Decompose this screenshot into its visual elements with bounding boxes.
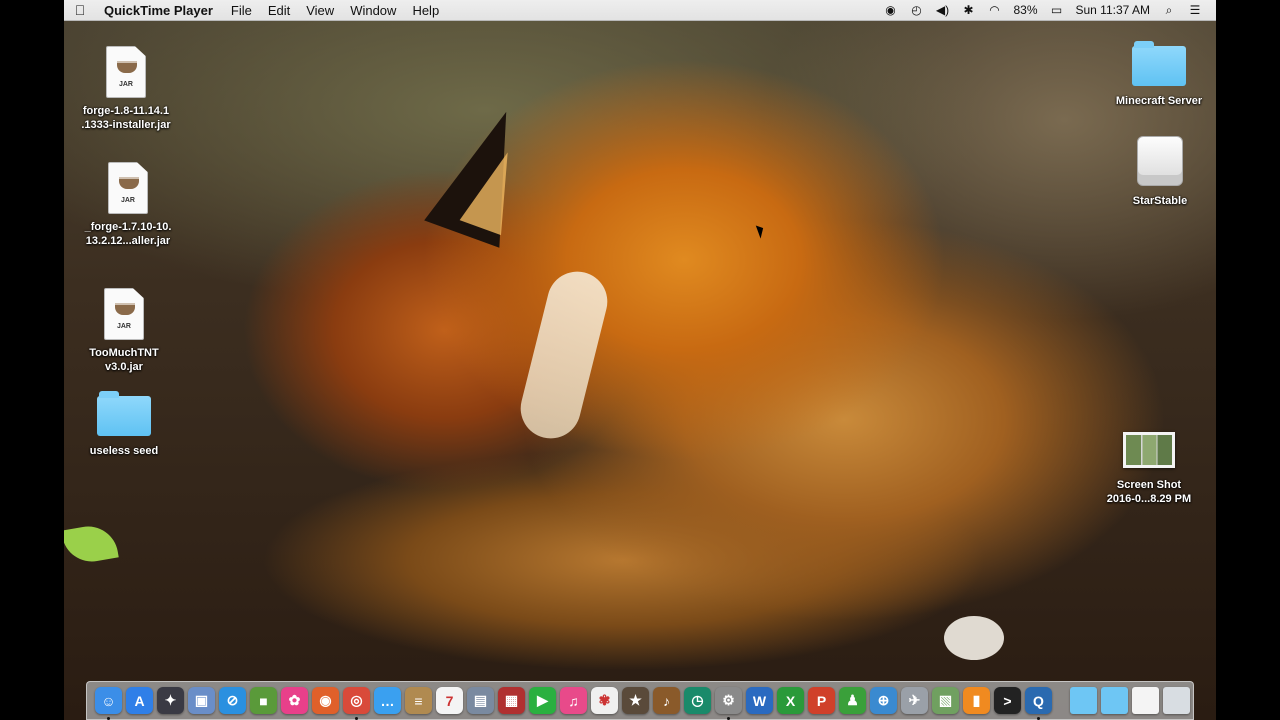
quicktime-icon[interactable]: Q xyxy=(1025,687,1052,720)
folder-icon xyxy=(1132,41,1186,86)
icon-label-line1: TooMuchTNT xyxy=(89,347,159,359)
launchpad-icon[interactable]: ✦ xyxy=(157,687,184,714)
icon-label-line2: v3.0.jar xyxy=(105,361,143,373)
folder-icon xyxy=(97,391,151,436)
safari-icon[interactable]: ⊘ xyxy=(219,687,246,714)
notes-icon[interactable]: ≡ xyxy=(405,687,432,714)
drive-icon xyxy=(1137,136,1183,186)
applications-folder-icon[interactable] xyxy=(1070,687,1097,714)
menu-view[interactable]: View xyxy=(298,3,342,18)
dock: ☺ A ✦ ▣ ⊘ ■ ✿ ◉ ◎… ≡ 7 ▤ ▦ ▶ ♫ ✾ ★ ♪ ◷ ⚙ W X P ♟ ⊕ ✈ ▧ ▮ > Q xyxy=(86,681,1194,720)
pinwheel-icon[interactable]: ✿ xyxy=(281,687,308,714)
photos-icon[interactable]: ✾ xyxy=(591,687,618,714)
clock[interactable]: Sun 11:37 AM xyxy=(1070,3,1157,17)
powerpoint-icon[interactable]: P xyxy=(808,687,835,714)
icon-label-line2: 2016-0...8.29 PM xyxy=(1106,493,1192,505)
dock-stacks xyxy=(1070,687,1190,714)
mouse-cursor-icon xyxy=(755,223,767,239)
terminal-icon[interactable]: > xyxy=(994,687,1021,714)
system-preferences-icon[interactable]: ⚙ xyxy=(715,687,742,720)
chrome-icon[interactable]: ◎ xyxy=(343,687,370,720)
spotlight-search-icon[interactable]: ⌕ xyxy=(1156,3,1182,18)
desktop-icon-useless-seed[interactable]: useless seed xyxy=(68,391,180,458)
calendar-icon[interactable]: 7 xyxy=(436,687,463,714)
desktop-icon-toomuchtnt[interactable]: JAR TooMuchTNT v3.0.jar xyxy=(68,288,180,374)
downloads-folder-icon[interactable] xyxy=(1101,687,1128,714)
utilities-icon[interactable]: ✈ xyxy=(901,687,928,714)
messages-icon[interactable]: … xyxy=(374,687,401,714)
photo-booth-icon[interactable]: ▤ xyxy=(467,687,494,714)
garageband-icon[interactable]: ♪ xyxy=(653,687,680,714)
preview-icon[interactable]: ▣ xyxy=(188,687,215,714)
dock-apps: ☺ A ✦ ▣ ⊘ ■ ✿ ◉ ◎… ≡ 7 ▤ ▦ ▶ ♫ ✾ ★ ♪ ◷ ⚙ W X P ♟ ⊕ ✈ ▧ ▮ > Q xyxy=(95,687,1052,720)
excel-icon[interactable]: X xyxy=(777,687,804,714)
icon-label-line2: .1333-installer.jar xyxy=(81,119,171,131)
facetime-icon[interactable]: ▶ xyxy=(529,687,556,714)
wallpaper-leaf xyxy=(64,521,119,567)
desktop-icon-forge-1-7-10[interactable]: JAR _forge-1.7.10-10. 13.2.12...aller.ja… xyxy=(72,162,184,248)
messenger-icon[interactable]: ♟ xyxy=(839,687,866,714)
jar-file-icon: JAR xyxy=(108,162,148,214)
app-menu[interactable]: QuickTime Player xyxy=(96,3,223,18)
icon-label-line1: useless seed xyxy=(89,445,159,457)
status-area: ◉ ◴ ◀) ✱ ◠ 83% ▭ Sun 11:37 AM ⌕ ☰ xyxy=(877,0,1216,21)
imovie-icon[interactable]: ★ xyxy=(622,687,649,714)
record-icon[interactable]: ◉ xyxy=(877,3,903,17)
apple-menu-icon[interactable]:  xyxy=(64,2,96,18)
finder-icon[interactable]: ☺ xyxy=(95,687,122,720)
network-icon[interactable]: ⊕ xyxy=(870,687,897,714)
minecraft-icon[interactable]: ■ xyxy=(250,687,277,714)
photo-collage-icon[interactable]: ▦ xyxy=(498,687,525,714)
jar-file-icon: JAR xyxy=(104,288,144,340)
ibooks-icon[interactable]: ▮ xyxy=(963,687,990,714)
word-icon[interactable]: W xyxy=(746,687,773,714)
wallpaper-fox-tail-tip xyxy=(944,616,1004,660)
desktop-icon-screen-shot[interactable]: Screen Shot 2016-0...8.29 PM xyxy=(1094,432,1204,506)
wifi-icon[interactable]: ◠ xyxy=(981,3,1007,17)
time-machine-status-icon[interactable]: ◴ xyxy=(903,3,929,17)
menu-edit[interactable]: Edit xyxy=(260,3,298,18)
icon-label-line1: Screen Shot xyxy=(1116,479,1182,491)
trash-icon[interactable] xyxy=(1163,687,1190,714)
icon-label-line1: StarStable xyxy=(1132,195,1188,207)
menu-window[interactable]: Window xyxy=(342,3,404,18)
screenshot-thumbnail-icon xyxy=(1123,432,1175,468)
image-capture-icon[interactable]: ▧ xyxy=(932,687,959,714)
notification-center-icon[interactable]: ☰ xyxy=(1182,3,1208,17)
time-machine-icon[interactable]: ◷ xyxy=(684,687,711,714)
itunes-icon[interactable]: ♫ xyxy=(560,687,587,714)
desktop-icon-minecraft-server[interactable]: Minecraft Server xyxy=(1104,41,1214,108)
firefox-icon[interactable]: ◉ xyxy=(312,687,339,714)
icon-label-line2: 13.2.12...aller.jar xyxy=(85,235,171,247)
volume-icon[interactable]: ◀) xyxy=(929,3,955,17)
desktop-icon-starstable[interactable]: StarStable xyxy=(1110,136,1210,208)
wallpaper-fox-snout xyxy=(514,265,614,445)
icon-label-line1: forge-1.8-11.14.1 xyxy=(82,105,170,117)
menu-file[interactable]: File xyxy=(223,3,260,18)
icon-label-line1: _forge-1.7.10-10. xyxy=(84,221,172,233)
battery-percent: 83% xyxy=(1013,3,1038,17)
icon-label-line1: Minecraft Server xyxy=(1115,95,1203,107)
jar-file-icon: JAR xyxy=(106,46,146,98)
document-icon[interactable] xyxy=(1132,687,1159,714)
battery-icon[interactable]: ▭ xyxy=(1044,3,1070,17)
menu-bar:  QuickTime Player File Edit View Window… xyxy=(64,0,1216,21)
desktop-icon-forge-installer[interactable]: JAR forge-1.8-11.14.1 .1333-installer.ja… xyxy=(70,46,182,132)
menu-help[interactable]: Help xyxy=(404,3,447,18)
app-store-icon[interactable]: A xyxy=(126,687,153,714)
desktop[interactable]:  QuickTime Player File Edit View Window… xyxy=(64,0,1216,720)
bluetooth-icon[interactable]: ✱ xyxy=(955,3,981,17)
